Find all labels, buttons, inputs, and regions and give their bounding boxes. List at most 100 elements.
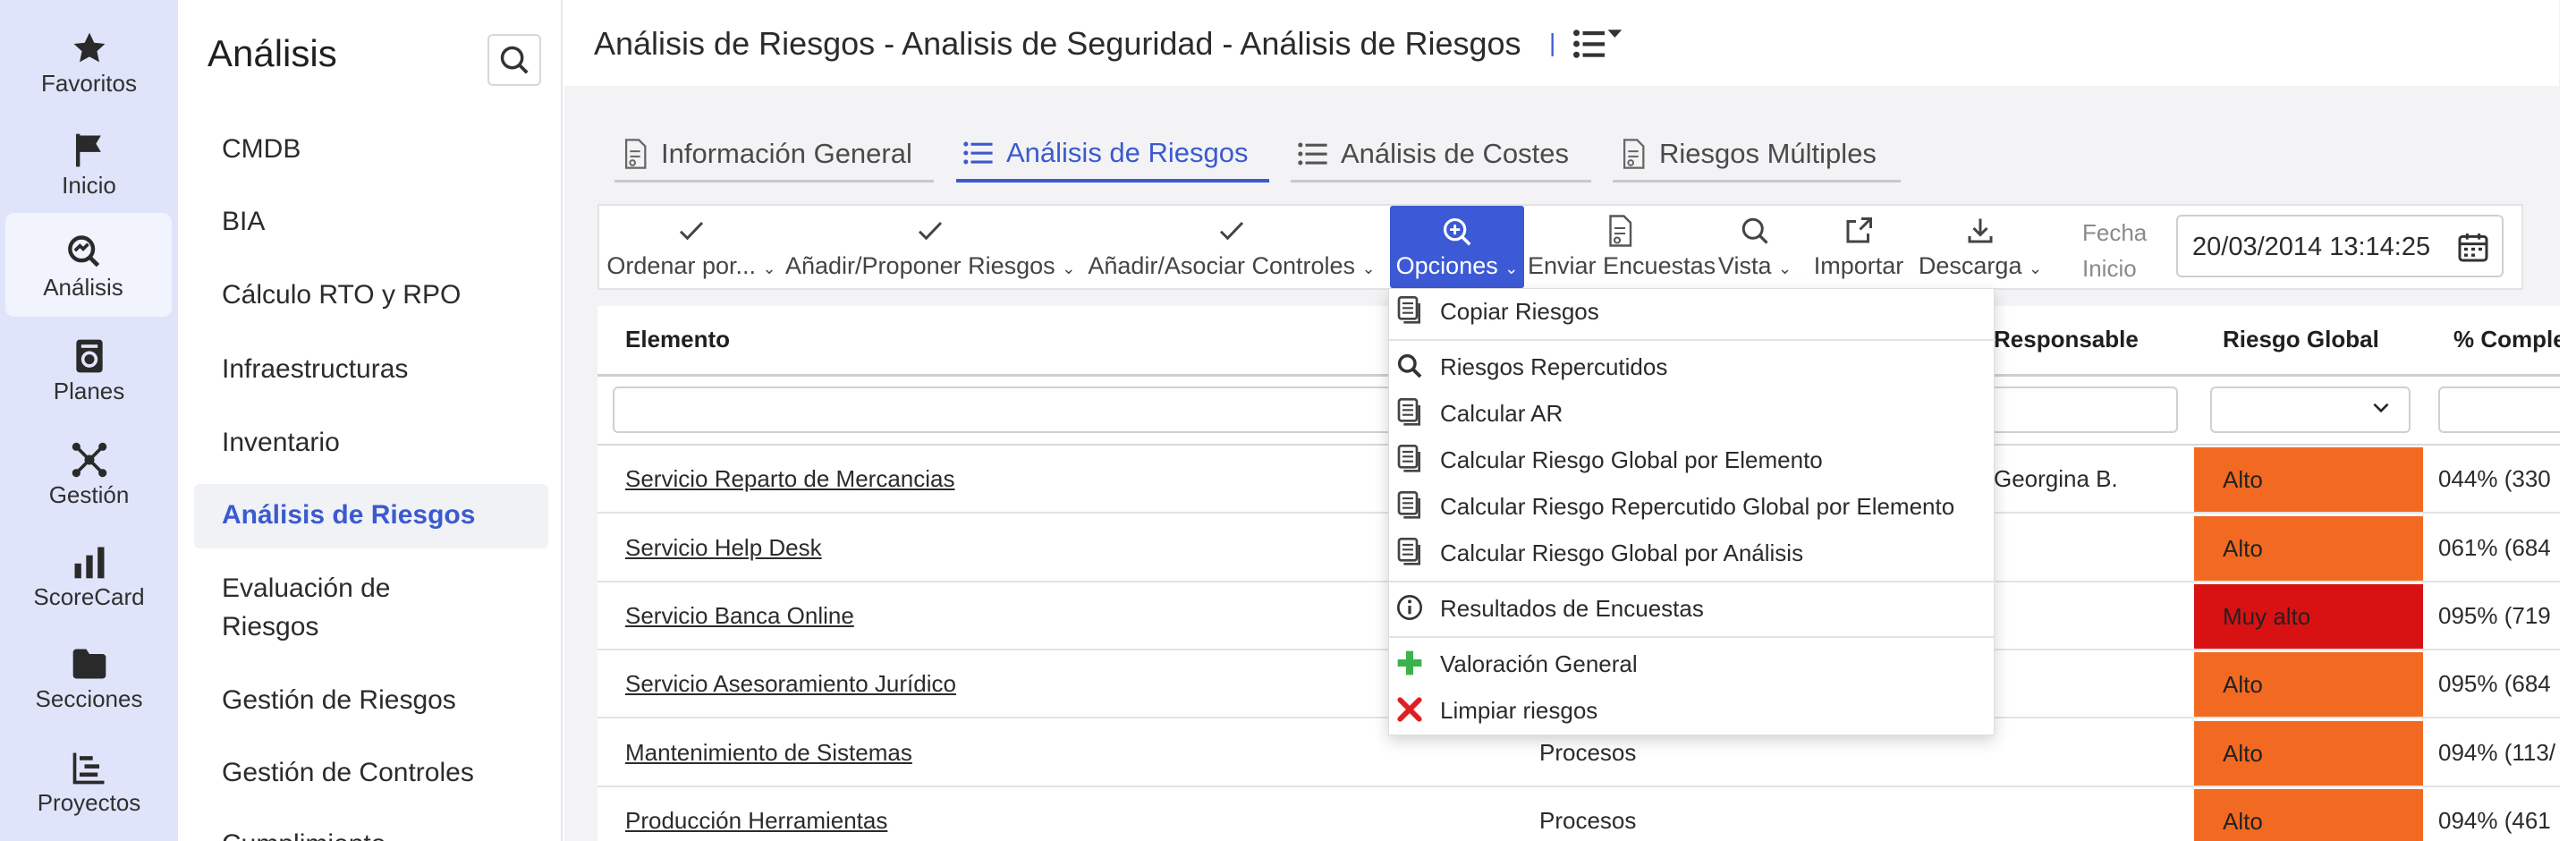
anadir-asociar-controles-button[interactable]: Añadir/Asociar Controles ⌄ bbox=[1084, 206, 1379, 288]
plus-icon bbox=[1394, 648, 1425, 678]
menu-item-calcular-riesgo-repercutido-global[interactable]: Calcular Riesgo Repercutido Global por E… bbox=[1389, 485, 1996, 528]
check-icon bbox=[606, 215, 776, 251]
menu-item-label: Calcular Riesgo Repercutido Global por E… bbox=[1440, 493, 1955, 520]
tab-label: Información General bbox=[661, 137, 912, 169]
filter-responsable-input[interactable] bbox=[1994, 387, 2178, 433]
chevron-down-icon: ⌄ bbox=[2028, 259, 2043, 277]
opciones-dropdown-menu: Copiar Riesgos Riesgos Repercutidos Calc… bbox=[1388, 288, 1996, 735]
descarga-button[interactable]: Descarga ⌄ bbox=[1916, 206, 2045, 288]
rail-item-planes[interactable]: Planes bbox=[0, 317, 178, 420]
tab-analisis-de-costes[interactable]: Análisis de Costes bbox=[1291, 127, 1591, 183]
bar-chart-icon bbox=[0, 542, 178, 582]
nav-search-button[interactable] bbox=[487, 34, 541, 86]
menu-item-label: Riesgos Repercutidos bbox=[1440, 353, 1668, 380]
column-header-responsable[interactable]: Responsable bbox=[1994, 326, 2139, 353]
menu-item-limpiar-riesgos[interactable]: Limpiar riesgos bbox=[1389, 689, 1996, 732]
nav-item-calculo-rto-rpo[interactable]: Cálculo RTO y RPO bbox=[222, 276, 461, 315]
tab-informacion-general[interactable]: Información General bbox=[614, 127, 934, 183]
actions-toolbar: Ordenar por... ⌄ Añadir/Proponer Riesgos… bbox=[597, 204, 2523, 290]
nav-item-gestion-de-riesgos[interactable]: Gestión de Riesgos bbox=[222, 681, 456, 720]
close-icon bbox=[1394, 694, 1425, 725]
filter-riesgo-global-select[interactable] bbox=[2210, 387, 2411, 433]
nav-item-cumplimiento[interactable]: Cumplimiento bbox=[222, 825, 386, 841]
cell-elemento-link[interactable]: Mantenimiento de Sistemas bbox=[625, 739, 912, 767]
menu-item-copiar-riesgos[interactable]: Copiar Riesgos bbox=[1389, 290, 1996, 333]
menu-item-label: Calcular Riesgo Global por Elemento bbox=[1440, 446, 1823, 473]
ordenar-por-button[interactable]: Ordenar por... ⌄ bbox=[606, 206, 776, 288]
rail-item-analisis[interactable]: Análisis bbox=[5, 213, 172, 317]
vista-button[interactable]: Vista ⌄ bbox=[1714, 206, 1796, 288]
cell-riesgo-global: Alto bbox=[2194, 789, 2423, 841]
nav-item-infraestructuras[interactable]: Infraestructuras bbox=[222, 350, 408, 389]
rail-item-proyectos[interactable]: Proyectos bbox=[0, 728, 178, 832]
tab-riesgos-multiples[interactable]: Riesgos Múltiples bbox=[1613, 127, 1901, 183]
table-row[interactable]: Producción Herramientas Procesos Alto 09… bbox=[597, 787, 2576, 841]
menu-item-resultados-de-encuestas[interactable]: Resultados de Encuestas bbox=[1389, 587, 1996, 630]
rail-label: ScoreCard bbox=[33, 583, 145, 610]
nav-item-analisis-de-riesgos[interactable]: Análisis de Riesgos bbox=[222, 496, 475, 535]
chevron-down-icon: ⌄ bbox=[1361, 259, 1376, 277]
nav-item-evaluacion-de-riesgos[interactable]: Evaluación de bbox=[222, 569, 390, 608]
check-icon bbox=[1084, 215, 1379, 251]
cell-riesgo-global: Alto bbox=[2194, 721, 2423, 786]
menu-item-label: Valoración General bbox=[1440, 650, 1638, 677]
menu-divider bbox=[1389, 581, 1996, 582]
nav-title: Análisis bbox=[208, 32, 337, 74]
chevron-down-icon: ⌄ bbox=[1777, 259, 1792, 277]
rail-label: Análisis bbox=[43, 274, 123, 301]
column-header-completado[interactable]: % Comple bbox=[2453, 326, 2566, 353]
enviar-encuestas-button[interactable]: Enviar Encuestas bbox=[1528, 206, 1716, 288]
importar-button[interactable]: Importar bbox=[1805, 206, 1912, 288]
report-icon bbox=[1394, 295, 1425, 326]
rail-label: Planes bbox=[53, 378, 125, 404]
fecha-inicio-input[interactable]: 20/03/2014 13:14:25 bbox=[2176, 215, 2504, 277]
scrollbar-track[interactable] bbox=[2560, 0, 2576, 841]
cell-elemento-link[interactable]: Servicio Reparto de Mercancias bbox=[625, 465, 955, 493]
list-menu-icon[interactable] bbox=[1572, 25, 1625, 67]
button-label: Enviar Encuestas bbox=[1528, 252, 1716, 279]
anadir-proponer-riesgos-button[interactable]: Añadir/Proponer Riesgos ⌄ bbox=[785, 206, 1075, 288]
cell-completado: 095% (719 bbox=[2438, 602, 2551, 629]
filter-elemento-input[interactable] bbox=[613, 387, 1507, 433]
rail-item-scorecard[interactable]: ScoreCard bbox=[0, 522, 178, 626]
menu-divider bbox=[1389, 636, 1996, 638]
calendar-icon[interactable] bbox=[2455, 229, 2491, 269]
rail-item-secciones[interactable]: Secciones bbox=[0, 624, 178, 728]
nav-item-inventario[interactable]: Inventario bbox=[222, 423, 340, 463]
rail-item-inicio[interactable]: Inicio bbox=[0, 111, 178, 215]
search-icon bbox=[1714, 215, 1796, 251]
cell-riesgo-global: Alto bbox=[2194, 447, 2423, 512]
fecha-inicio-value: 20/03/2014 13:14:25 bbox=[2192, 233, 2431, 261]
cell-completado: 061% (684 bbox=[2438, 534, 2551, 561]
cell-elemento-link[interactable]: Servicio Help Desk bbox=[625, 534, 822, 562]
column-header-elemento[interactable]: Elemento bbox=[625, 326, 730, 353]
menu-item-riesgos-repercutidos[interactable]: Riesgos Repercutidos bbox=[1389, 345, 1996, 388]
rail-item-gestion[interactable]: Gestión bbox=[0, 420, 178, 524]
menu-item-valoracion-general[interactable]: Valoración General bbox=[1389, 642, 1996, 685]
nav-item-gestion-de-controles[interactable]: Gestión de Controles bbox=[222, 753, 474, 793]
title-separator: | bbox=[1549, 29, 1556, 56]
cell-riesgo-global: Alto bbox=[2194, 652, 2423, 717]
rail-item-favoritos[interactable]: Favoritos bbox=[0, 9, 178, 113]
menu-item-calcular-ar[interactable]: Calcular AR bbox=[1389, 392, 1996, 435]
chevron-down-icon: ⌄ bbox=[1504, 259, 1519, 277]
cell-elemento-link[interactable]: Servicio Asesoramiento Jurídico bbox=[625, 670, 956, 698]
tab-analisis-de-riesgos[interactable]: Análisis de Riesgos bbox=[956, 127, 1269, 183]
button-label: Vista bbox=[1717, 252, 1772, 279]
nav-item-cmdb[interactable]: CMDB bbox=[222, 130, 301, 169]
cell-elemento-link[interactable]: Servicio Banca Online bbox=[625, 602, 854, 630]
button-label: Añadir/Proponer Riesgos bbox=[785, 252, 1055, 279]
gantt-icon bbox=[0, 748, 178, 787]
page-title: Análisis de Riesgos - Analisis de Seguri… bbox=[594, 25, 1521, 62]
nav-item-bia[interactable]: BIA bbox=[222, 202, 265, 242]
menu-item-calcular-riesgo-global-elemento[interactable]: Calcular Riesgo Global por Elemento bbox=[1389, 438, 1996, 481]
rail-label: Gestión bbox=[48, 481, 130, 508]
column-header-riesgo-global[interactable]: Riesgo Global bbox=[2223, 326, 2379, 353]
opciones-button[interactable]: Opciones ⌄ bbox=[1390, 206, 1524, 288]
menu-item-calcular-riesgo-global-analisis[interactable]: Calcular Riesgo Global por Análisis bbox=[1389, 531, 1996, 574]
cell-elemento-link[interactable]: Producción Herramientas bbox=[625, 807, 887, 835]
analysis-icon bbox=[0, 233, 166, 272]
menu-item-label: Limpiar riesgos bbox=[1440, 697, 1598, 724]
filter-completado-input[interactable] bbox=[2438, 387, 2576, 433]
nav-item-evaluacion-de-riesgos-line2[interactable]: Riesgos bbox=[222, 607, 318, 647]
